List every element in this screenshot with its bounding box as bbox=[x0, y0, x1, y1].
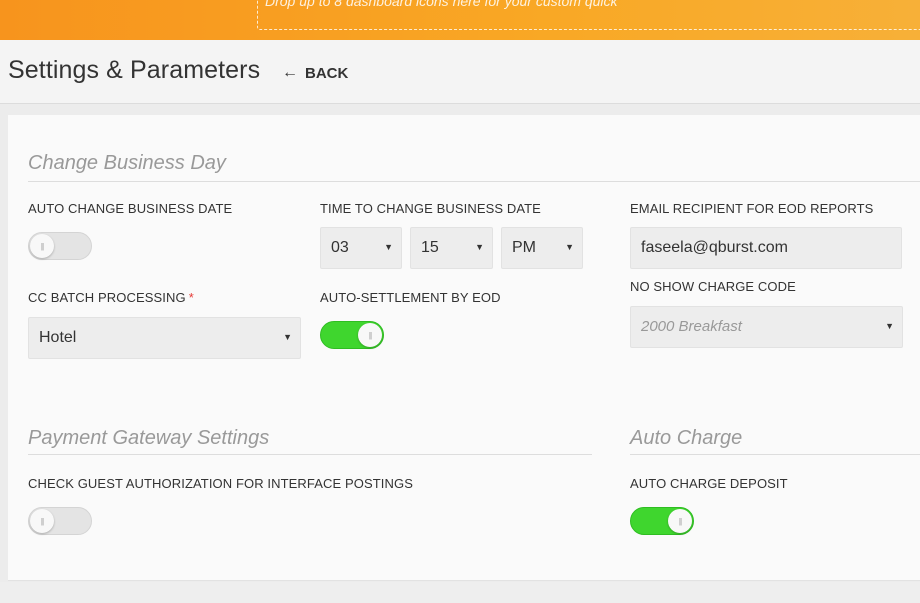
hour-select[interactable]: 03 ▼ bbox=[320, 227, 402, 269]
auto-settlement-label: AUTO-SETTLEMENT BY EOD bbox=[320, 290, 501, 305]
toggle-knob: ||| bbox=[30, 509, 54, 533]
caret-down-icon: ▼ bbox=[475, 242, 484, 252]
cc-batch-processing-label: CC BATCH PROCESSING * bbox=[28, 290, 194, 305]
dropzone-hint: Drop up to 8 dashboard icons here for yo… bbox=[265, 0, 618, 9]
caret-down-icon: ▼ bbox=[283, 332, 292, 342]
required-mark: * bbox=[188, 290, 194, 305]
auto-settlement-toggle[interactable]: ||| bbox=[320, 321, 384, 349]
no-show-charge-code-select[interactable]: 2000 Breakfast ▼ bbox=[630, 306, 903, 348]
section-divider bbox=[28, 181, 920, 182]
no-show-charge-code-label: NO SHOW CHARGE CODE bbox=[630, 279, 796, 294]
minute-select[interactable]: 15 ▼ bbox=[410, 227, 493, 269]
section-divider bbox=[28, 454, 592, 455]
settings-panel: Change Business Day AUTO CHANGE BUSINESS… bbox=[8, 115, 920, 581]
caret-down-icon: ▼ bbox=[565, 242, 574, 252]
back-label: BACK bbox=[305, 64, 349, 82]
toggle-knob: ||| bbox=[668, 509, 692, 533]
time-to-change-label: TIME TO CHANGE BUSINESS DATE bbox=[320, 201, 541, 216]
top-bar: Drop up to 8 dashboard icons here for yo… bbox=[0, 0, 920, 40]
section-divider bbox=[630, 454, 920, 455]
section-title-auto-charge: Auto Charge bbox=[630, 427, 743, 449]
email-recipient-label: EMAIL RECIPIENT FOR EOD REPORTS bbox=[630, 201, 874, 216]
toggle-knob: ||| bbox=[30, 234, 54, 258]
check-guest-authorization-toggle[interactable]: ||| bbox=[28, 507, 92, 535]
meridiem-select[interactable]: PM ▼ bbox=[501, 227, 583, 269]
auto-change-business-date-toggle[interactable]: ||| bbox=[28, 232, 92, 260]
email-recipient-field[interactable] bbox=[630, 227, 902, 269]
page-title: Settings & Parameters bbox=[8, 56, 261, 84]
section-title-change-business-day: Change Business Day bbox=[28, 152, 226, 174]
cc-batch-processing-select[interactable]: Hotel ▼ bbox=[28, 317, 301, 359]
caret-down-icon: ▼ bbox=[384, 242, 393, 252]
toggle-knob: ||| bbox=[358, 323, 382, 347]
check-guest-authorization-label: CHECK GUEST AUTHORIZATION FOR INTERFACE … bbox=[28, 476, 413, 491]
auto-charge-deposit-label: AUTO CHARGE DEPOSIT bbox=[630, 476, 788, 491]
arrow-left-icon: ← bbox=[282, 64, 298, 81]
auto-charge-deposit-toggle[interactable]: ||| bbox=[630, 507, 694, 535]
section-title-payment-gateway: Payment Gateway Settings bbox=[28, 427, 270, 449]
back-button[interactable]: ← BACK bbox=[282, 64, 348, 82]
auto-change-business-date-label: AUTO CHANGE BUSINESS DATE bbox=[28, 201, 233, 216]
caret-down-icon: ▼ bbox=[885, 321, 894, 331]
bottom-strip bbox=[0, 582, 920, 603]
